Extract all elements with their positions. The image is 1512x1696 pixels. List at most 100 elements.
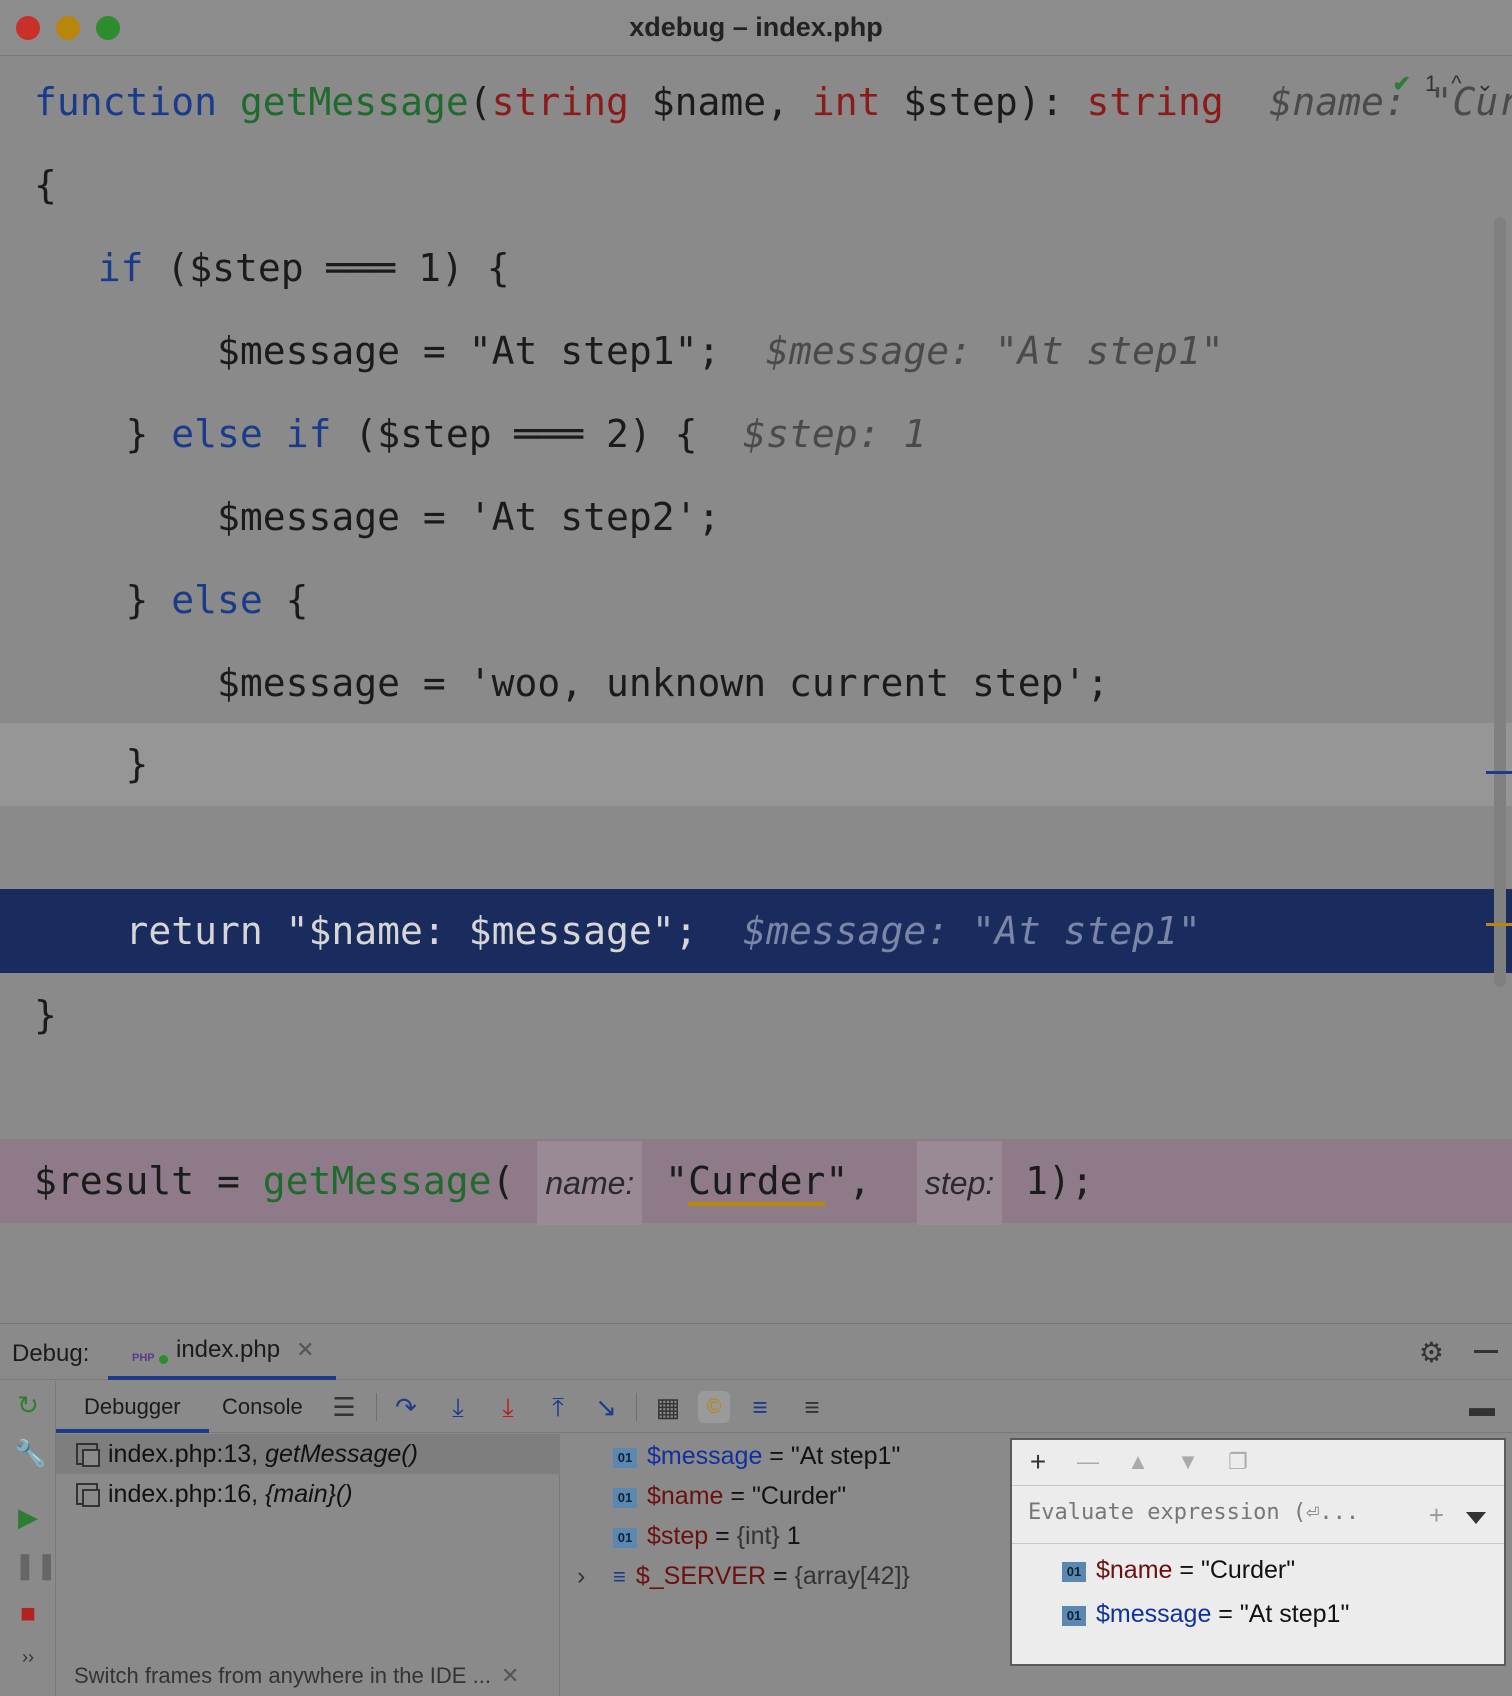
code-line-4[interactable]: $message = "At step1"; $message: "At ste…: [0, 306, 1512, 396]
rerun-icon[interactable]: ↻: [14, 1391, 42, 1419]
parameter-hint: name:: [537, 1141, 643, 1225]
remove-icon[interactable]: —: [1072, 1446, 1104, 1478]
watch-value: "At step1": [1239, 1600, 1350, 1628]
code-line-5[interactable]: } else if ($step ═══ 2) { $step: 1: [0, 389, 1512, 479]
chevron-right-icon[interactable]: ›: [577, 1556, 585, 1596]
code-line-2[interactable]: {: [0, 140, 1512, 230]
evaluate-icon[interactable]: ▦: [652, 1391, 684, 1423]
debug-tab-label: index.php: [176, 1336, 281, 1363]
more-icon[interactable]: ››: [14, 1643, 42, 1671]
watch-row[interactable]: 01 $message = "At step1": [1012, 1592, 1504, 1636]
debugger-toolbar: Debugger Console ☰ ↷ ⤓ ⤓ ⤒ ↘ ▦ © ≡ ≡ ▬: [56, 1381, 1512, 1433]
parameter-hint: step:: [916, 1141, 1003, 1225]
add-watch-icon[interactable]: +: [1429, 1500, 1444, 1531]
execution-point-line[interactable]: return "$name: $message"; $message: "At …: [0, 889, 1512, 973]
chevron-down-icon[interactable]: [1466, 1512, 1486, 1524]
type-keyword: int: [811, 80, 881, 124]
editor-scrollbar[interactable]: [1494, 217, 1506, 987]
code-line-3[interactable]: if ($step ═══ 1) {: [0, 223, 1512, 313]
function-name: getMessage: [239, 80, 469, 124]
code-line-1[interactable]: function getMessage(string $name, int $s…: [0, 57, 1512, 147]
variable-value: 1: [786, 1522, 801, 1550]
php-file-icon: PHP: [132, 1336, 168, 1364]
equals: =: [723, 1482, 752, 1510]
pause-icon[interactable]: ❚❚: [14, 1551, 58, 1579]
variable-row[interactable]: › ≡ $_SERVER = {array[42]}: [561, 1556, 1011, 1596]
resume-icon[interactable]: ▶: [14, 1503, 42, 1531]
debug-session-tab[interactable]: PHP index.php ✕: [108, 1324, 336, 1380]
code-editor[interactable]: ✔ 1 ^ ⌄ function getMessage(string $name…: [0, 57, 1512, 1323]
breakpoint-line[interactable]: $result = getMessage( name: "Curder", st…: [0, 1139, 1512, 1225]
close-hint-icon[interactable]: ✕: [501, 1663, 519, 1688]
stop-icon[interactable]: ■: [14, 1599, 42, 1627]
code-line-7[interactable]: } else {: [0, 555, 1512, 645]
frames-layout-icon[interactable]: ☰: [328, 1391, 360, 1423]
variable-row[interactable]: 01 $step = {int} 1: [561, 1516, 1011, 1556]
frame-item[interactable]: index.php:16, {main}(): [56, 1474, 560, 1514]
array-icon: ≡: [613, 1564, 626, 1589]
duplicate-icon[interactable]: ❐: [1222, 1446, 1254, 1478]
add-watch-icon[interactable]: ≡: [796, 1391, 828, 1423]
watch-row[interactable]: 01 $name = "Curder": [1012, 1548, 1504, 1592]
add-icon[interactable]: +: [1022, 1446, 1054, 1478]
keyword: if: [285, 412, 332, 456]
step-out-icon[interactable]: ⤒: [542, 1391, 574, 1423]
variable-name: $message: [647, 1442, 763, 1470]
variable-row[interactable]: 01 $message = "At step1": [561, 1436, 1011, 1476]
code-line-8[interactable]: $message = 'woo, unknown current step';: [0, 638, 1512, 728]
inline-value-hint: $message: "At step1": [720, 329, 1224, 373]
gear-icon[interactable]: ⚙: [1419, 1336, 1444, 1369]
code-text: $step):: [880, 80, 1087, 124]
step-into-icon[interactable]: ⤓: [442, 1391, 474, 1423]
frame-function: getMessage(): [265, 1440, 418, 1468]
code-text: return "$name: $message";: [125, 909, 698, 953]
code-line-9-current[interactable]: }: [0, 723, 1512, 806]
breakpoint-settings-icon[interactable]: ©: [698, 1391, 730, 1423]
close-tab-icon[interactable]: ✕: [296, 1337, 314, 1363]
move-up-icon[interactable]: ▲: [1122, 1446, 1154, 1478]
code-line-11[interactable]: }: [0, 970, 1512, 1060]
equals: =: [762, 1442, 791, 1470]
code-text: 1);: [1025, 1159, 1094, 1203]
window-title: xdebug – index.php: [629, 12, 883, 42]
move-down-icon[interactable]: ▼: [1172, 1446, 1204, 1478]
evaluate-popup: + — ▲ ▼ ❐ Evaluate expression (⏎... + 01…: [1010, 1438, 1506, 1666]
code-text: $message = "At step1";: [217, 329, 721, 373]
variable-name: $_SERVER: [635, 1562, 767, 1590]
force-step-into-icon[interactable]: ⤓: [492, 1391, 524, 1423]
show-execution-list-icon[interactable]: ≡: [744, 1391, 776, 1423]
code-text: (: [491, 1159, 515, 1203]
equals: =: [766, 1562, 795, 1590]
wrench-icon[interactable]: 🔧: [14, 1439, 46, 1467]
layout-settings-icon[interactable]: ▬: [1466, 1391, 1498, 1423]
run-to-cursor-icon[interactable]: ↘: [590, 1391, 622, 1423]
tab-console[interactable]: Console: [194, 1381, 331, 1433]
variable-value: "At step1": [790, 1442, 901, 1470]
tab-debugger[interactable]: Debugger: [56, 1381, 209, 1433]
primitive-icon: 01: [1062, 1606, 1086, 1626]
variable-type: {int}: [736, 1522, 787, 1550]
code-text: ($step ═══ 2) {: [331, 412, 698, 456]
watch-name: $message: [1096, 1600, 1212, 1628]
primitive-icon: 01: [1062, 1562, 1086, 1582]
equals: =: [708, 1522, 737, 1550]
keyword: else: [171, 578, 263, 622]
scroll-marker[interactable]: [1486, 771, 1512, 774]
hide-icon[interactable]: [1474, 1350, 1498, 1353]
title-bar: xdebug – index.php: [0, 0, 1512, 56]
variable-name: $step: [647, 1522, 709, 1550]
variable-row[interactable]: 01 $name = "Curder": [561, 1476, 1011, 1516]
code-text: ": [665, 1159, 689, 1203]
code-text: ($step ═══ 1) {: [143, 246, 510, 290]
code-text: ",: [825, 1159, 872, 1203]
variable-type: {array[42]}: [794, 1562, 910, 1590]
scroll-marker[interactable]: [1486, 923, 1512, 926]
step-over-icon[interactable]: ↷: [390, 1391, 422, 1423]
code-line-6[interactable]: $message = 'At step2';: [0, 472, 1512, 562]
frame-icon: [76, 1483, 100, 1507]
frame-item[interactable]: index.php:13, getMessage(): [56, 1434, 560, 1474]
